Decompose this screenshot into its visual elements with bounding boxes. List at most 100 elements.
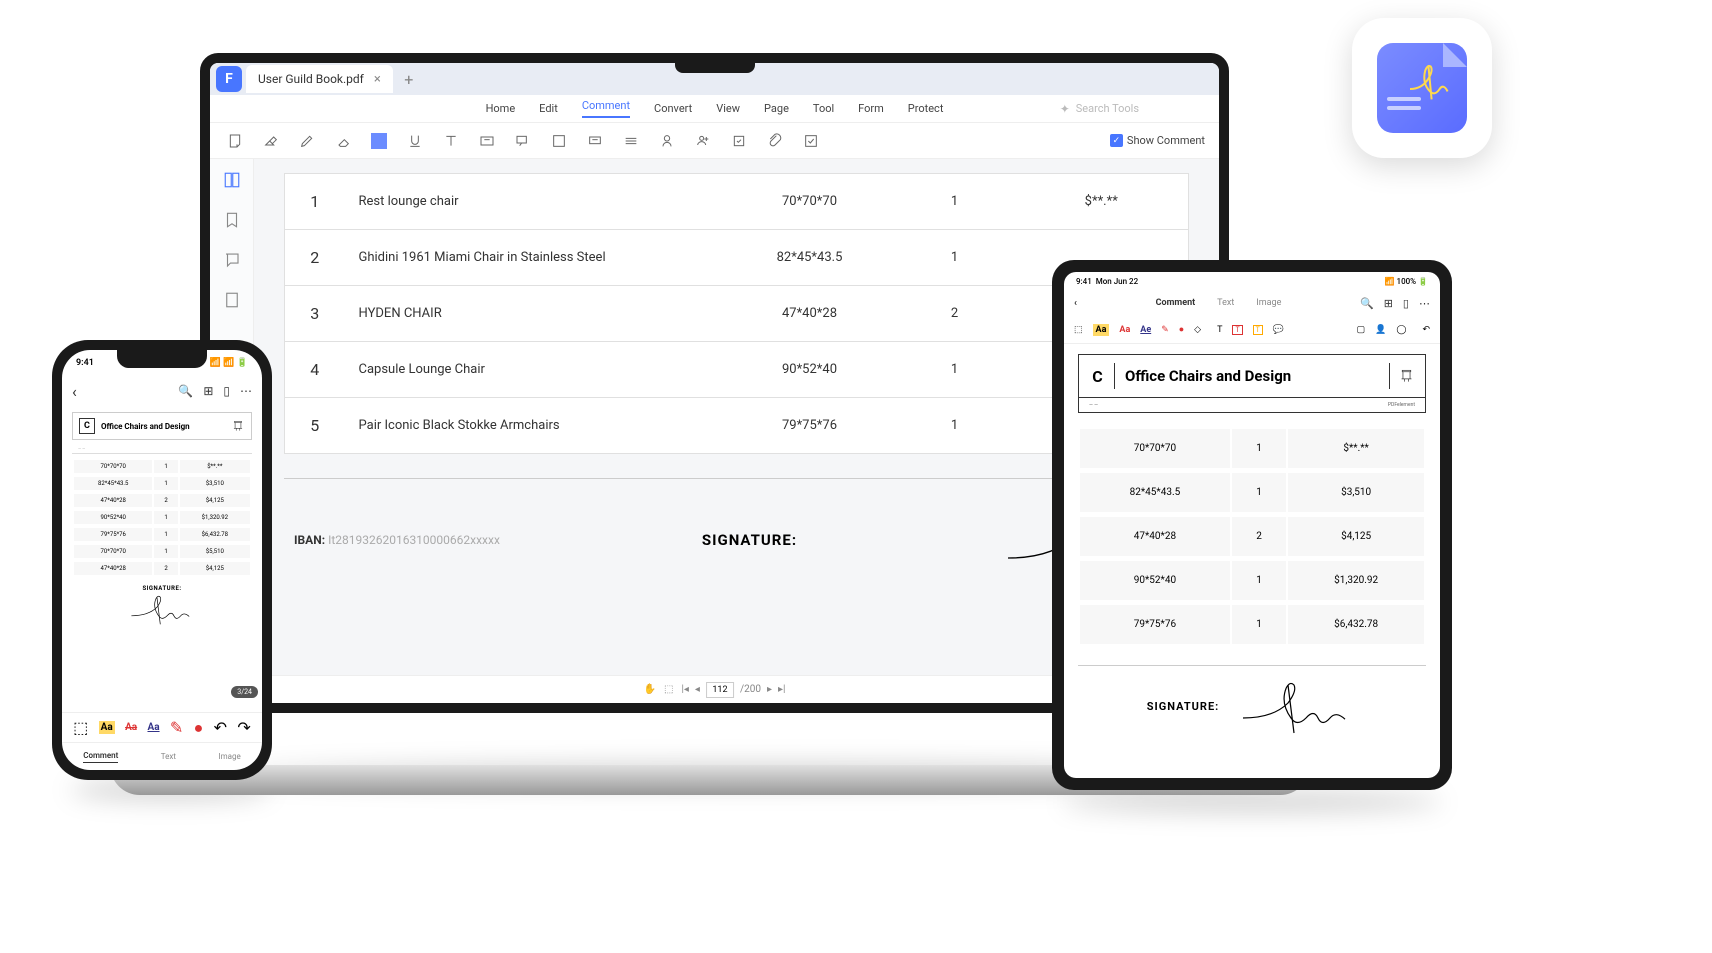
callout-tool[interactable] (512, 130, 534, 152)
note-tool[interactable]: 💬 (1273, 325, 1284, 335)
bookmarks-panel[interactable] (221, 209, 243, 231)
page-input[interactable] (706, 682, 734, 698)
menu-protect[interactable]: Protect (908, 102, 944, 115)
tab-text[interactable]: Text (161, 752, 176, 761)
stamp-user-tool[interactable] (692, 130, 714, 152)
checkbox-tool[interactable] (800, 130, 822, 152)
thumbnails-panel[interactable] (221, 169, 243, 191)
select-tool-icon[interactable]: ⬚ (664, 684, 673, 695)
dot-tool[interactable]: ● (194, 718, 204, 738)
phone-indicators: 📶 📶 🔋 (210, 358, 248, 368)
tab-comment[interactable]: Comment (1156, 298, 1196, 308)
back-icon[interactable]: ‹ (1074, 298, 1077, 309)
menu-home[interactable]: Home (486, 102, 516, 115)
strikeout-tool[interactable]: Aa (125, 722, 137, 733)
page-icon[interactable]: ▯ (223, 384, 230, 398)
search-icon[interactable]: 🔍 (178, 384, 193, 398)
menu-page[interactable]: Page (764, 102, 789, 115)
stamp-tool[interactable]: ▢ (1357, 325, 1366, 335)
callout-tool[interactable]: T (1253, 325, 1263, 335)
dot-tool[interactable]: ● (1179, 324, 1184, 335)
pages-panel[interactable] (221, 289, 243, 311)
table-row: 90*52*401$1,320.92 (1080, 561, 1424, 603)
signature-label: SIGNATURE: (702, 531, 797, 549)
eraser-tool[interactable] (332, 130, 354, 152)
grid-icon[interactable]: ⊞ (203, 384, 213, 398)
select-tool[interactable]: ⬚ (73, 718, 88, 737)
tab-text[interactable]: Text (1217, 298, 1234, 308)
tablet-table: 70*70*701$**.**82*45*43.51$3,51047*40*28… (1078, 427, 1426, 649)
signature-tool[interactable]: 👤 (1375, 325, 1386, 335)
underline-tool[interactable] (404, 130, 426, 152)
comments-panel[interactable] (221, 249, 243, 271)
underline-tool[interactable]: Ae (1140, 325, 1151, 335)
doc-meta: — —PDFelement (1078, 398, 1426, 413)
app-logo: F (216, 66, 242, 92)
signature-icon (127, 592, 197, 626)
highlight-tool[interactable] (260, 130, 282, 152)
phone-table: 70*70*701$**.**82*45*43.51$3,51047*40*28… (72, 458, 252, 579)
select-tool[interactable]: ⬚ (1074, 325, 1083, 335)
link-tool[interactable] (728, 130, 750, 152)
phone-document[interactable]: C Office Chairs and Design — — 70*70*701… (62, 406, 262, 636)
textbox-tool[interactable]: T (1232, 325, 1242, 335)
signature-icon (1237, 676, 1357, 736)
tab-comment[interactable]: Comment (83, 751, 118, 763)
text-tool[interactable] (440, 130, 462, 152)
undo-icon[interactable]: ↶ (1422, 325, 1430, 335)
first-page-icon[interactable]: |◂ (681, 684, 688, 695)
tab-image[interactable]: Image (218, 752, 240, 761)
page-indicator: 3/24 (231, 686, 258, 698)
underline-tool[interactable]: Aa (147, 722, 159, 733)
close-icon[interactable]: × (374, 72, 381, 87)
tab-image[interactable]: Image (1256, 298, 1281, 308)
more-icon[interactable]: ⋯ (1419, 297, 1430, 310)
highlight-tool[interactable]: Aa (99, 721, 115, 734)
comment-toolbar: ✓ Show Comment (210, 123, 1219, 159)
menu-tool[interactable]: Tool (813, 102, 834, 115)
menu-comment[interactable]: Comment (582, 99, 630, 118)
stamp-tool[interactable] (584, 130, 606, 152)
more-icon[interactable]: ⋯ (240, 384, 252, 398)
table-row: 1Rest lounge chair70*70*701$**.** (285, 174, 1189, 230)
search-icon[interactable]: 🔍 (1360, 297, 1374, 310)
signature-tool[interactable] (656, 130, 678, 152)
document-tab[interactable]: User Guild Book.pdf × (246, 65, 393, 93)
pencil-tool[interactable] (296, 130, 318, 152)
prev-page-icon[interactable]: ◂ (695, 684, 700, 695)
strikeout-tool[interactable]: Aa (1119, 325, 1130, 335)
signature-icon (1405, 61, 1455, 101)
menu-bar: Home Edit Comment Convert View Page Tool… (210, 95, 1219, 123)
eraser-tool[interactable]: ◇ (1194, 325, 1201, 335)
note-tool[interactable] (224, 130, 246, 152)
undo-icon[interactable]: ↶ (214, 718, 227, 737)
pen-tool[interactable]: ✎ (170, 718, 183, 737)
table-row: 82*45*43.51$3,510 (74, 477, 250, 492)
table-row: 79*75*761$6,432.78 (1080, 605, 1424, 647)
shape-tool[interactable] (548, 130, 570, 152)
hand-tool-icon[interactable]: ✋ (644, 684, 656, 695)
menu-view[interactable]: View (716, 102, 740, 115)
new-tab-button[interactable]: + (397, 67, 421, 91)
color-picker[interactable] (368, 130, 390, 152)
page-icon[interactable]: ▯ (1403, 297, 1409, 310)
measure-tool[interactable] (620, 130, 642, 152)
show-comment-toggle[interactable]: ✓ Show Comment (1110, 134, 1205, 147)
tablet-document[interactable]: C Office Chairs and Design — —PDFelement… (1064, 344, 1440, 746)
menu-edit[interactable]: Edit (539, 102, 558, 115)
grid-icon[interactable]: ⊞ (1384, 297, 1393, 310)
last-page-icon[interactable]: ▸| (778, 684, 785, 695)
menu-convert[interactable]: Convert (654, 102, 692, 115)
redo-icon[interactable]: ↷ (237, 718, 250, 737)
table-row: 82*45*43.51$3,510 (1080, 473, 1424, 515)
search-tools[interactable]: ✦ Search Tools (1060, 102, 1139, 116)
back-icon[interactable]: ‹ (72, 382, 77, 401)
next-page-icon[interactable]: ▸ (767, 684, 772, 695)
menu-form[interactable]: Form (858, 102, 884, 115)
highlight-tool[interactable]: Aa (1093, 324, 1110, 336)
attachment-tool[interactable] (764, 130, 786, 152)
shape-tool[interactable]: ◯ (1396, 325, 1406, 335)
textbox-tool[interactable] (476, 130, 498, 152)
text-tool[interactable]: T (1217, 325, 1222, 335)
pen-tool[interactable]: ✎ (1161, 325, 1169, 335)
